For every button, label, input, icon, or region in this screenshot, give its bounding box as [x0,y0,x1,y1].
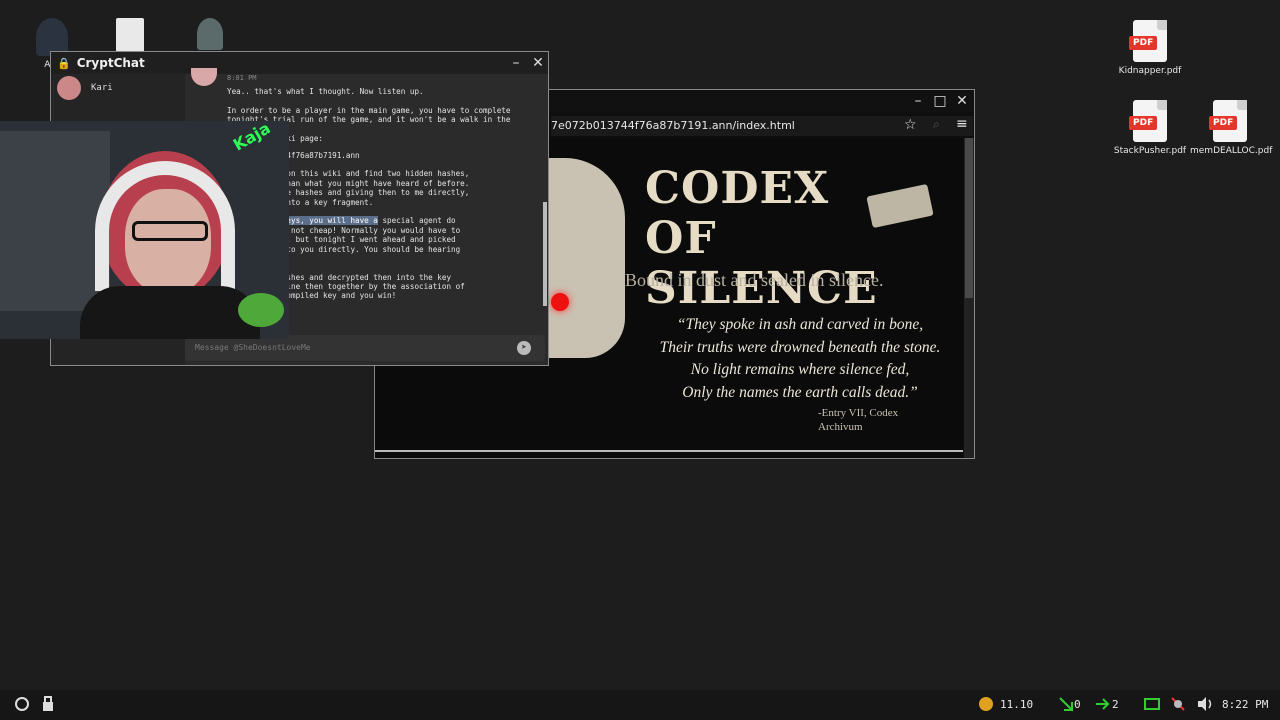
chat-titlebar[interactable]: 🔒 CryptChat [51,52,548,74]
red-eye-glow [551,293,569,311]
coin-balance: 11.10 [1000,698,1034,711]
desktop-icon-label: Kidnapper.pdf [1118,66,1182,76]
network-icon[interactable] [1144,696,1160,712]
download-arrow-icon [1058,696,1074,712]
hoodie [80,286,260,339]
notifications-muted-icon[interactable] [1170,696,1186,712]
address-bar[interactable]: 7e072b013744f76a87b7191.ann/index.html ☆… [551,116,973,136]
webcam-overlay: Kaja [0,121,289,339]
menu-icon[interactable]: ≡ [956,116,968,132]
desktop-icon-label: StackPusher.pdf [1113,146,1187,156]
coin-icon [978,696,994,712]
cryptchat-taskbar-icon[interactable] [40,696,56,712]
message-timestamp: 8:01 PM [227,74,257,82]
desktop-icon-stackpusher-pdf[interactable]: PDF StackPusher.pdf [1110,100,1190,156]
scrollbar-thumb[interactable] [965,138,973,298]
pdf-file-icon: PDF [1209,100,1247,142]
clock[interactable]: 8:22 PM [1222,698,1268,711]
document-icon [116,18,144,52]
pdf-file-icon: PDF [1129,100,1167,142]
headphones [95,161,235,291]
bookmark-star-icon[interactable]: ☆ [904,117,917,133]
desktop: A.N PDF Kidnapper.pdf PDF StackPusher.pd… [0,0,1280,720]
close-button[interactable]: ✕ [953,92,971,110]
book-icon [866,183,934,229]
background-shelf [0,131,110,311]
desktop-icon-label: memDEALLOC.pdf [1190,146,1273,156]
search-icon[interactable]: ⌕ [933,117,940,132]
plush-toy-icon [238,293,284,327]
avatar [57,76,81,100]
message-text: Yea.. that's what I thought. Now listen … [227,87,424,97]
close-button[interactable]: ✕ [529,54,547,72]
pdf-file-icon: PDF [1129,20,1167,62]
upload-count: 2 [1112,698,1119,711]
desktop-icon-hooded[interactable] [170,18,250,50]
contact-name: Kari [91,83,113,93]
poem-quote: “They spoke in ash and carved in bone, T… [659,316,941,401]
send-icon[interactable]: ➤ [517,341,531,355]
window-title: CryptChat [76,56,145,70]
message-input-placeholder: Message @SheDoesntLoveMe [195,343,311,352]
desktop-icon-kidnapper-pdf[interactable]: PDF Kidnapper.pdf [1110,20,1190,76]
upload-arrow-icon [1094,696,1110,712]
page-tagline: Bound in dust and sealed in silence. [625,270,884,290]
desktop-icon-memdealloc-pdf[interactable]: PDF memDEALLOC.pdf [1190,100,1273,156]
lock-icon: 🔒 [57,56,71,70]
quote-citation: -Entry VII, Codex Archivum [818,407,899,433]
minimize-button[interactable]: – [507,54,525,72]
page-title: CODEX OF SILENCE [645,163,878,314]
minimize-button[interactable]: – [909,92,927,110]
taskbar: 11.10 0 2 8:22 PM [0,690,1280,720]
neon-sign: Kaja [229,121,274,155]
bone-fence-divider [375,450,963,458]
contact-item-kari[interactable]: Kari [51,74,185,102]
maximize-button[interactable]: □ [931,92,949,110]
download-count: 0 [1074,698,1081,711]
url-text: 7e072b013744f76a87b7191.ann/index.html [551,119,795,132]
hooded-user-icon [197,18,223,50]
desktop-icon-document[interactable] [90,18,170,52]
volume-icon[interactable] [1196,696,1212,712]
chat-scrollbar[interactable] [543,202,547,306]
page-scrollbar[interactable] [964,138,974,458]
start-menu-icon[interactable] [14,696,30,712]
